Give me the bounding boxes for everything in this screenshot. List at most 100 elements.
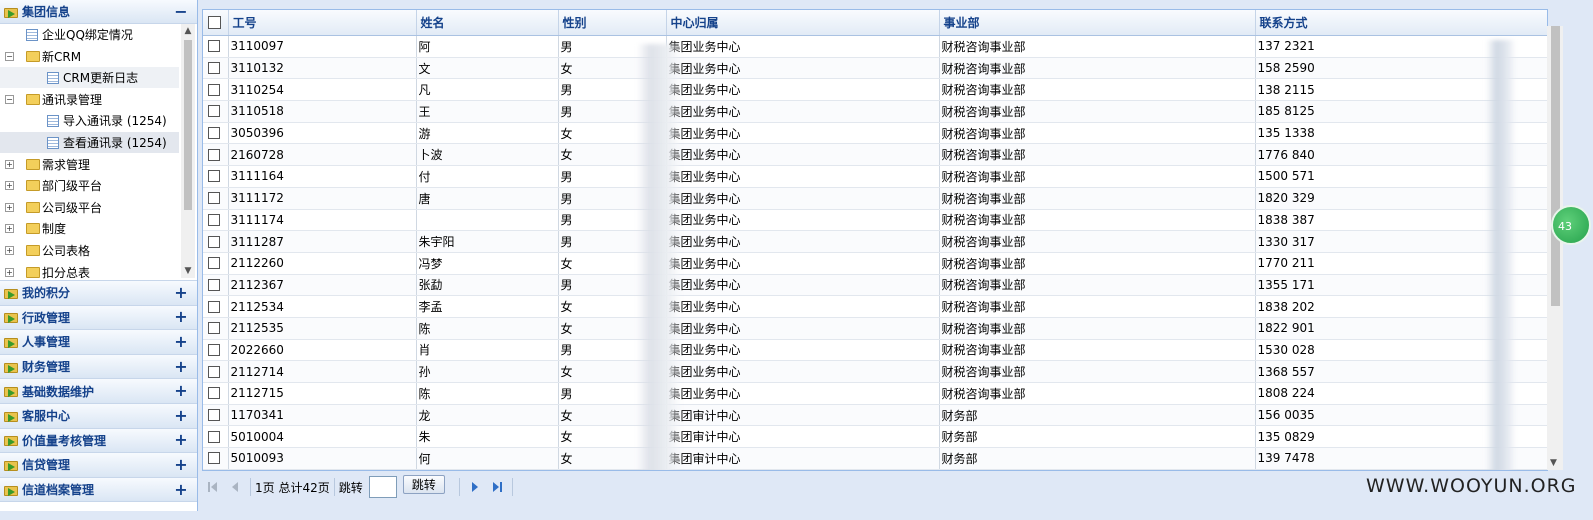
table-row[interactable]: 3110132 文女集团业务中心 财税咨询事业部 158 2590 bbox=[203, 57, 1547, 80]
expand-icon[interactable]: + bbox=[173, 456, 189, 473]
row-checkbox[interactable] bbox=[208, 300, 220, 313]
table-row[interactable]: 2112714 孙女集团业务中心 财税咨询事业部 1368 557 bbox=[203, 360, 1547, 383]
tree-scrollbar[interactable]: ▲ ▼ bbox=[181, 24, 195, 278]
expand-toggle-icon[interactable]: + bbox=[5, 181, 14, 191]
scroll-up-icon[interactable]: ▲ bbox=[183, 26, 193, 36]
row-select-cell[interactable] bbox=[203, 317, 229, 340]
tree-node[interactable]: + 制度 bbox=[0, 218, 179, 239]
select-all-header[interactable] bbox=[203, 10, 229, 36]
expand-icon[interactable]: + bbox=[173, 383, 189, 399]
row-select-cell[interactable] bbox=[203, 274, 229, 297]
row-select-cell[interactable] bbox=[203, 382, 229, 405]
table-row[interactable]: 3111287 朱宇阳男集团业务中心 财税咨询事业部 1330 317 bbox=[203, 230, 1547, 253]
table-row[interactable]: 2112534 李孟女集团业务中心 财税咨询事业部 1838 202 bbox=[203, 295, 1547, 318]
table-row[interactable]: 2112367 张勐男集团业务中心 财税咨询事业部 1355 171 bbox=[203, 274, 1547, 297]
sidebar-section-header[interactable]: 信贷管理 + bbox=[0, 453, 197, 478]
collapse-toggle-icon[interactable]: − bbox=[5, 51, 14, 61]
collapse-icon[interactable]: − bbox=[173, 3, 189, 20]
row-checkbox[interactable] bbox=[208, 257, 220, 270]
floating-badge[interactable]: 43 bbox=[1551, 205, 1591, 245]
row-select-cell[interactable] bbox=[203, 360, 229, 383]
row-select-cell[interactable] bbox=[203, 143, 229, 167]
row-select-cell[interactable] bbox=[203, 230, 229, 253]
row-select-cell[interactable] bbox=[203, 447, 229, 470]
table-row[interactable]: 2112535 陈女集团业务中心 财税咨询事业部 1822 901 bbox=[203, 317, 1547, 340]
column-header-name[interactable]: 姓名 bbox=[416, 10, 559, 36]
row-select-cell[interactable] bbox=[203, 100, 229, 123]
tree-node[interactable]: CRM更新日志 bbox=[0, 67, 179, 89]
row-checkbox[interactable] bbox=[208, 343, 220, 356]
sidebar-section-header[interactable]: 我的积分 + bbox=[0, 281, 197, 306]
column-header-center[interactable]: 中心归属 bbox=[666, 10, 940, 36]
row-select-cell[interactable] bbox=[203, 404, 229, 427]
next-page-icon[interactable] bbox=[468, 480, 482, 494]
table-row[interactable]: 1170341 龙女集团审计中心 财务部 156 0035 bbox=[203, 404, 1547, 427]
table-row[interactable]: 3111164 付男集团业务中心 财税咨询事业部 1500 571 bbox=[203, 165, 1547, 188]
jump-page-input[interactable] bbox=[368, 476, 397, 498]
table-row[interactable]: 3110097 阿男集团业务中心 财税咨询事业部 137 2321 bbox=[203, 35, 1547, 58]
tree-node[interactable]: + 需求管理 bbox=[0, 154, 179, 175]
expand-toggle-icon[interactable]: + bbox=[5, 159, 14, 169]
expand-icon[interactable]: + bbox=[173, 407, 189, 424]
row-checkbox[interactable] bbox=[208, 430, 220, 443]
tree-node[interactable]: + 公司表格 bbox=[0, 240, 179, 261]
row-select-cell[interactable] bbox=[203, 209, 229, 232]
expand-icon[interactable]: + bbox=[173, 432, 189, 448]
row-checkbox[interactable] bbox=[208, 192, 220, 205]
scroll-down-icon[interactable]: ▼ bbox=[183, 266, 193, 276]
table-row[interactable]: 5010004 朱女集团审计中心 财务部 135 0829 bbox=[203, 425, 1547, 449]
row-checkbox[interactable] bbox=[208, 83, 220, 96]
grid-scrollbar[interactable]: ▼ bbox=[1547, 26, 1563, 470]
row-checkbox[interactable] bbox=[208, 170, 220, 183]
row-checkbox[interactable] bbox=[208, 409, 220, 422]
table-row[interactable]: 3110518 王男集团业务中心 财税咨询事业部 185 8125 bbox=[203, 100, 1547, 123]
table-row[interactable]: 3110254 凡男集团业务中心 财税咨询事业部 138 2115 bbox=[203, 78, 1547, 102]
row-select-cell[interactable] bbox=[203, 35, 229, 58]
column-header-division[interactable]: 事业部 bbox=[939, 10, 1256, 36]
expand-toggle-icon[interactable]: + bbox=[5, 224, 14, 234]
expand-icon[interactable]: + bbox=[173, 358, 189, 375]
column-header-id[interactable]: 工号 bbox=[228, 10, 417, 36]
table-row[interactable]: 3050396 游女集团业务中心 财税咨询事业部 135 1338 bbox=[203, 122, 1547, 145]
table-row[interactable]: 2022660 肖男集团业务中心 财税咨询事业部 1530 028 bbox=[203, 339, 1547, 362]
row-select-cell[interactable] bbox=[203, 295, 229, 318]
table-row[interactable]: 3111172 唐男集团业务中心 财税咨询事业部 1820 329 bbox=[203, 187, 1547, 210]
tree-node[interactable]: 企业QQ绑定情况 bbox=[0, 24, 179, 45]
row-checkbox[interactable] bbox=[208, 452, 220, 465]
sidebar-section-header[interactable]: 客服中心 + bbox=[0, 403, 197, 429]
expand-toggle-icon[interactable]: + bbox=[5, 202, 14, 212]
sidebar-section-header[interactable]: 行政管理 + bbox=[0, 305, 197, 331]
table-row[interactable]: 3111174 男集团业务中心 财税咨询事业部 1838 387 bbox=[203, 209, 1547, 232]
tree-node[interactable]: − 新CRM bbox=[0, 46, 179, 67]
table-row[interactable]: 2160728 卜波女集团业务中心 财税咨询事业部 1776 840 bbox=[203, 143, 1547, 167]
row-checkbox[interactable] bbox=[208, 322, 220, 335]
sidebar-section-header[interactable]: 基础数据维护 + bbox=[0, 379, 197, 404]
table-row[interactable]: 2112260 冯梦女集团业务中心 财税咨询事业部 1770 211 bbox=[203, 252, 1547, 275]
tree-node[interactable]: + 部门级平台 bbox=[0, 175, 179, 196]
table-row[interactable]: 5010093 何女集团审计中心 财务部 139 7478 bbox=[203, 447, 1547, 470]
row-select-cell[interactable] bbox=[203, 339, 229, 362]
tree-node[interactable]: 导入通讯录 (1254) bbox=[0, 110, 179, 131]
row-checkbox[interactable] bbox=[208, 105, 220, 118]
row-select-cell[interactable] bbox=[203, 165, 229, 188]
row-checkbox[interactable] bbox=[208, 127, 220, 140]
tree-node[interactable]: + 扣分总表 bbox=[0, 262, 179, 280]
column-header-gender[interactable]: 性别 bbox=[558, 10, 667, 36]
tree-scroll-thumb[interactable] bbox=[184, 40, 192, 210]
jump-button[interactable]: 跳转 bbox=[402, 474, 445, 494]
row-select-cell[interactable] bbox=[203, 187, 229, 210]
row-select-cell[interactable] bbox=[203, 122, 229, 145]
row-select-cell[interactable] bbox=[203, 57, 229, 80]
expand-toggle-icon[interactable]: + bbox=[5, 267, 14, 277]
tree-node[interactable]: − 通讯录管理 bbox=[0, 89, 179, 110]
row-checkbox[interactable] bbox=[208, 235, 220, 248]
sidebar-section-header[interactable]: 财务管理 + bbox=[0, 354, 197, 380]
tree-node[interactable]: + 公司级平台 bbox=[0, 197, 179, 218]
sidebar-section-header[interactable]: 信道档案管理 + bbox=[0, 477, 197, 503]
prev-page-icon[interactable] bbox=[228, 480, 242, 494]
row-checkbox[interactable] bbox=[208, 213, 220, 226]
row-checkbox[interactable] bbox=[208, 62, 220, 75]
row-checkbox[interactable] bbox=[208, 387, 220, 400]
row-select-cell[interactable] bbox=[203, 78, 229, 102]
row-checkbox[interactable] bbox=[208, 148, 220, 161]
